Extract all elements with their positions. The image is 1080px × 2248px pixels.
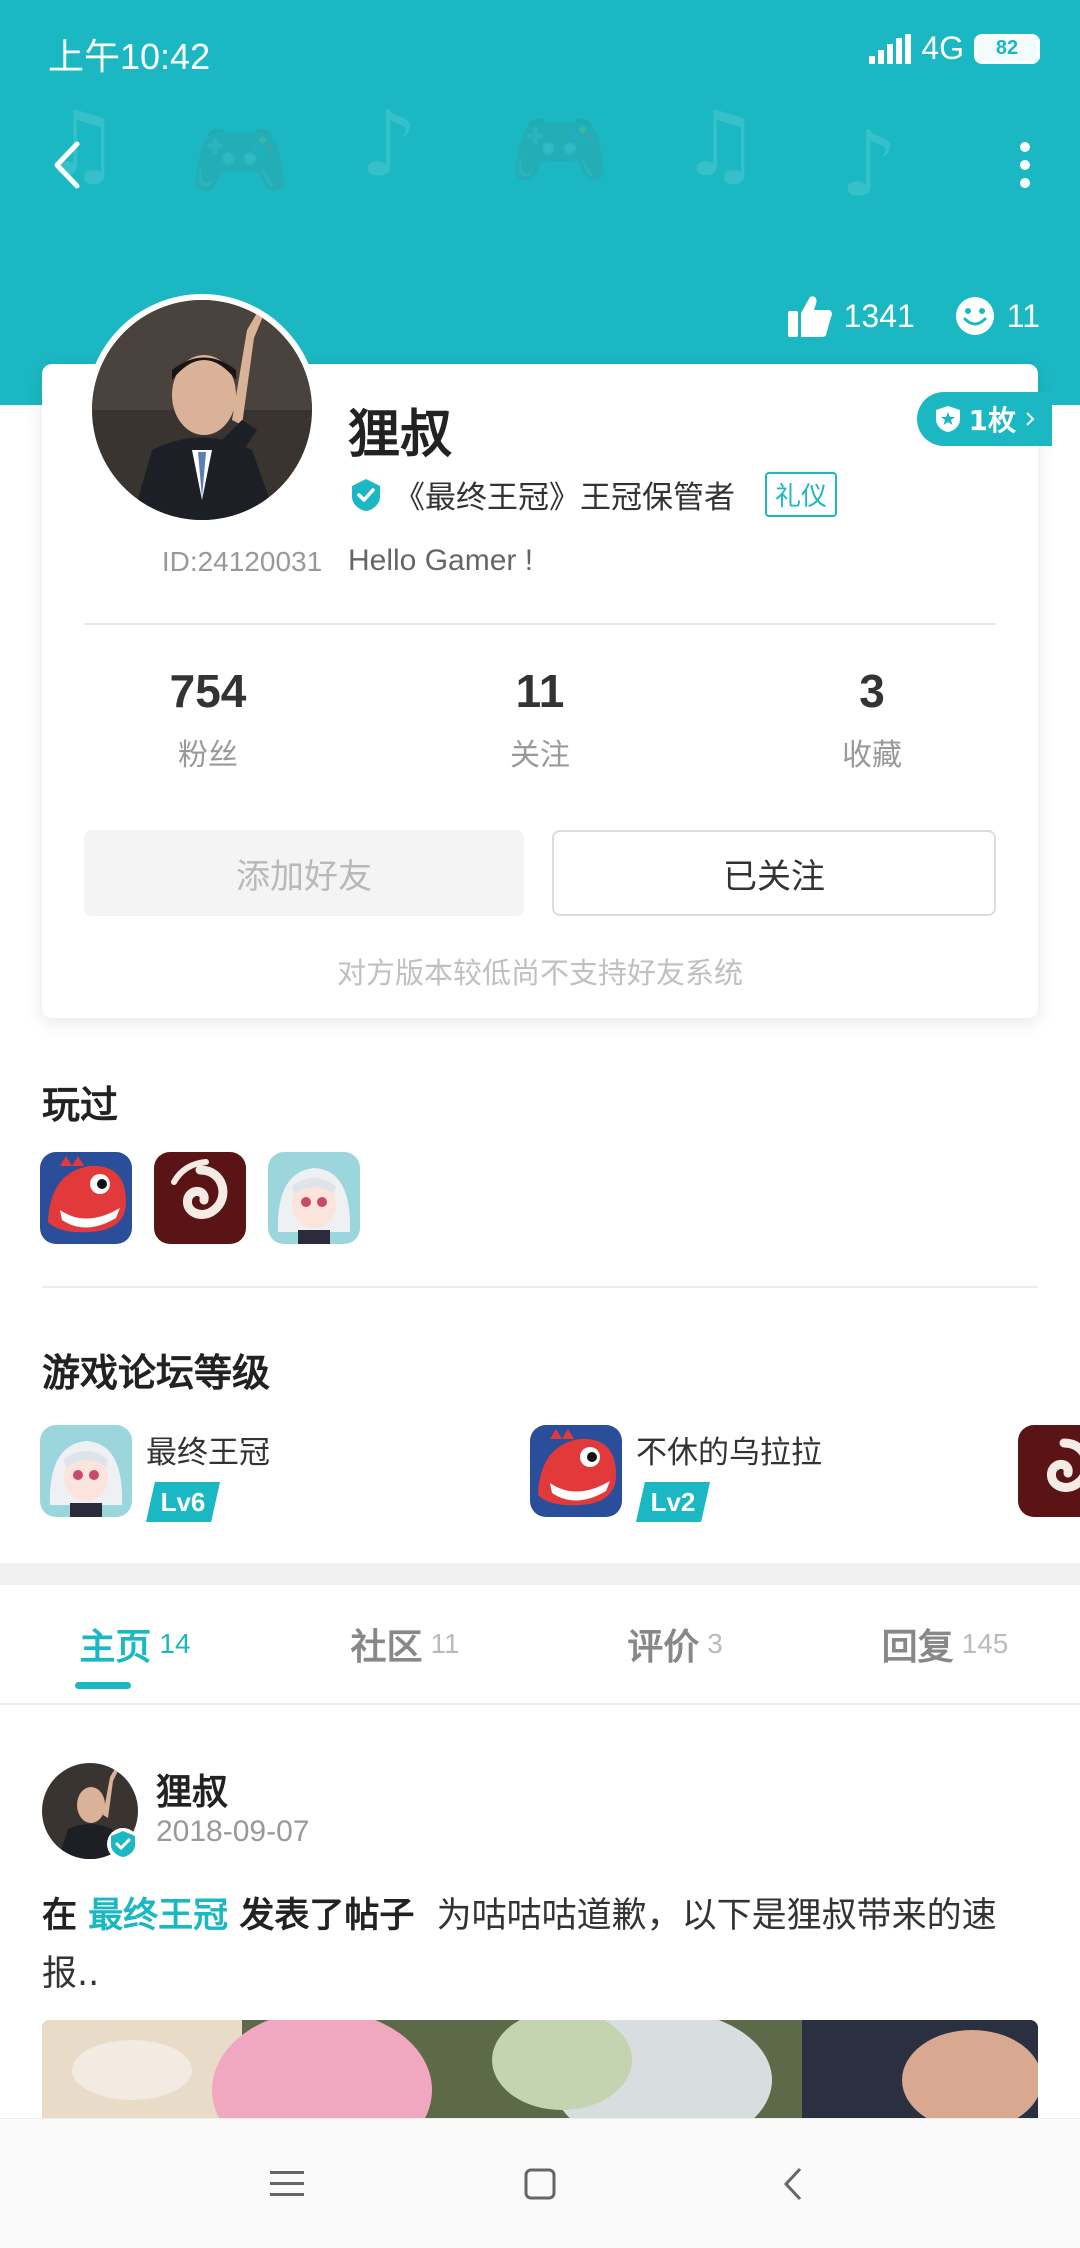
level-game-name: 最终王冠: [146, 1435, 270, 1471]
certification-row: 《最终王冠》王冠保管者 礼仪: [348, 472, 838, 517]
system-nav-bar: [0, 2118, 1080, 2248]
tab-label: 回复: [881, 1627, 954, 1668]
level-badge: Lv2: [636, 1482, 710, 1522]
forum-levels-title: 游戏论坛等级: [42, 1351, 271, 1395]
smile-icon: [955, 297, 994, 335]
music-note-decoration: ♪: [840, 112, 898, 217]
status-time: 上午10:42: [48, 36, 211, 77]
count-label: 粉丝: [178, 738, 238, 773]
dino-game-icon: [530, 1425, 622, 1517]
chevron-right-icon: [1026, 412, 1035, 426]
chevron-left-icon: [54, 141, 80, 189]
menu-icon: [269, 2170, 304, 2196]
action-buttons: 添加好友 已关注: [84, 830, 996, 916]
tab-home[interactable]: 主页 14: [0, 1585, 270, 1703]
played-section-title: 玩过: [42, 1083, 119, 1127]
count-number: 754: [169, 665, 247, 717]
level-badge: Lv6: [146, 1482, 220, 1522]
section-divider: [42, 1286, 1038, 1288]
count-number: 3: [859, 665, 885, 717]
username: 狸叔: [348, 405, 453, 465]
verified-badge-icon: [352, 478, 380, 511]
spiral-game-icon: [1018, 1425, 1080, 1517]
network-type: 4G: [921, 30, 964, 66]
level-item[interactable]: [1018, 1425, 1080, 1517]
followed-button[interactable]: 已关注: [552, 830, 996, 916]
battery-level: 82: [995, 37, 1019, 59]
likes-count: 1341: [843, 297, 915, 334]
status-icons: 4G 82: [869, 30, 1040, 67]
count-label: 收藏: [842, 738, 902, 773]
music-note-decoration: ♫: [680, 92, 761, 197]
favorites-count[interactable]: 3 收藏: [706, 664, 1038, 774]
smile-stat[interactable]: 11: [955, 296, 1040, 336]
post-date: 2018-09-07: [156, 1815, 310, 1848]
header-stats: 1341 11: [787, 295, 1040, 337]
chevron-left-icon: [784, 2167, 802, 2200]
square-icon: [524, 2168, 556, 2199]
user-counts: 754 粉丝 11 关注 3 收藏: [42, 664, 1038, 774]
status-bar: 上午10:42 4G 82: [0, 0, 1080, 100]
card-divider: [84, 623, 996, 625]
tab-reviews[interactable]: 评价 3: [540, 1585, 810, 1703]
shield-star-icon: [935, 406, 960, 432]
section-separator: [0, 1563, 1080, 1585]
tab-count: 14: [159, 1628, 191, 1659]
dino-game-icon[interactable]: [40, 1152, 132, 1244]
anime-game-icon[interactable]: [268, 1152, 360, 1244]
following-count[interactable]: 11 关注: [374, 664, 706, 774]
tab-community[interactable]: 社区 11: [270, 1585, 540, 1703]
music-note-decoration: ♪: [360, 92, 418, 197]
anime-game-icon: [40, 1425, 132, 1517]
tab-replies[interactable]: 回复 145: [810, 1585, 1080, 1703]
thumbs-up-icon: [787, 296, 832, 337]
tab-count: 3: [707, 1628, 723, 1659]
avatar-image: [92, 300, 312, 520]
post-action: 发表了帖子: [239, 1896, 415, 1936]
tab-label: 主页: [79, 1627, 152, 1668]
gamepad-decoration: 🎮: [190, 113, 290, 206]
back-button[interactable]: [36, 135, 96, 195]
played-games-list: [40, 1152, 360, 1244]
add-friend-button[interactable]: 添加好友: [84, 830, 524, 916]
smile-count: 11: [1006, 297, 1040, 334]
forum-levels-list: 最终王冠 Lv6 不休的乌拉拉 Lv2: [40, 1425, 1080, 1525]
battery-icon: 82: [974, 33, 1040, 64]
post-image[interactable]: [42, 2020, 1038, 2120]
etiquette-tag[interactable]: 礼仪: [765, 472, 838, 517]
home-nav-button[interactable]: [510, 2154, 570, 2214]
tab-count: 145: [961, 1628, 1009, 1659]
post-prefix: 在: [42, 1896, 78, 1936]
level-item[interactable]: 不休的乌拉拉 Lv2: [530, 1425, 822, 1522]
post-author-name: 狸叔: [156, 1772, 229, 1813]
user-bio: Hello Gamer !: [348, 544, 534, 577]
likes-stat[interactable]: 1341: [787, 295, 915, 337]
post-text: 在 最终王冠 发表了帖子 为咕咕咕道歉，以下是狸叔带来的速报..: [42, 1887, 1038, 2003]
active-tab-indicator: [75, 1682, 131, 1689]
certification-text: 《最终王冠》王冠保管者: [394, 480, 735, 516]
spiral-game-icon[interactable]: [154, 1152, 246, 1244]
medal-count: 1枚: [968, 404, 1016, 437]
more-options-button[interactable]: [1000, 135, 1050, 195]
avatar[interactable]: [86, 294, 318, 526]
tab-label: 社区: [350, 1627, 423, 1668]
post-game-link[interactable]: 最终王冠: [88, 1896, 228, 1936]
tab-count: 11: [430, 1628, 460, 1659]
verified-badge-icon: [107, 1828, 139, 1860]
count-number: 11: [515, 665, 565, 717]
signal-icon: [869, 33, 912, 64]
medal-button[interactable]: 1枚: [916, 392, 1052, 446]
level-game-name: 不休的乌拉拉: [636, 1435, 822, 1471]
level-item[interactable]: 最终王冠 Lv6: [40, 1425, 270, 1522]
profile-tabs: 主页 14 社区 11 评价 3 回复 145: [0, 1585, 1080, 1705]
menu-nav-button[interactable]: [257, 2154, 317, 2214]
count-label: 关注: [510, 738, 570, 773]
back-nav-button[interactable]: [763, 2154, 823, 2214]
fans-count[interactable]: 754 粉丝: [42, 664, 374, 774]
friend-system-note: 对方版本较低尚不支持好友系统: [336, 956, 743, 990]
tab-label: 评价: [627, 1627, 700, 1668]
gamepad-decoration: 🎮: [510, 103, 610, 196]
